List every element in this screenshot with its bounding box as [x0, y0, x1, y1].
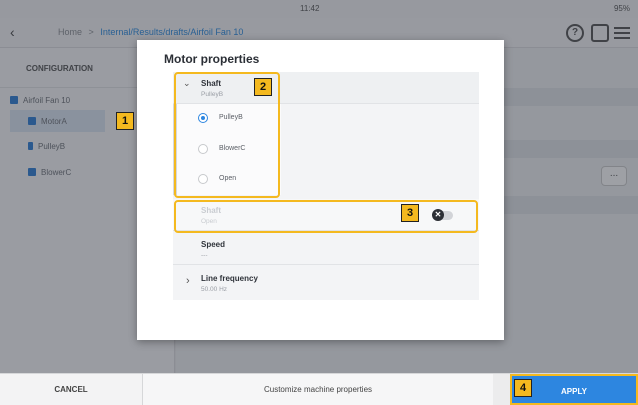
annotation-marker-4: 4: [514, 379, 532, 397]
highlight-shaft-toggle: [174, 200, 478, 233]
line-frequency-row[interactable]: › Line frequency 50.00 Hz: [173, 266, 479, 300]
line-frequency-value: 50.00 Hz: [201, 286, 228, 293]
line-frequency-label: Line frequency: [201, 274, 258, 283]
speed-row[interactable]: Speed ---: [173, 232, 479, 265]
speed-label: Speed: [201, 240, 226, 249]
speed-value: ---: [201, 252, 208, 259]
chevron-right-icon: ›: [186, 275, 190, 287]
motor-properties-dialog: Motor properties ⌄ Shaft PulleyB PulleyB…: [137, 40, 504, 340]
bottom-action-bar: CANCEL Customize machine properties APPL…: [0, 373, 638, 405]
annotation-marker-1: 1: [116, 112, 134, 130]
customize-machine-properties-label: Customize machine properties: [143, 374, 493, 405]
cancel-button[interactable]: CANCEL: [0, 374, 143, 405]
properties-list: ⌄ Shaft PulleyB PulleyB BlowerC Open Sha…: [173, 72, 479, 300]
annotation-marker-2: 2: [254, 78, 272, 96]
annotation-marker-3: 3: [401, 204, 419, 222]
dialog-title: Motor properties: [164, 52, 260, 66]
